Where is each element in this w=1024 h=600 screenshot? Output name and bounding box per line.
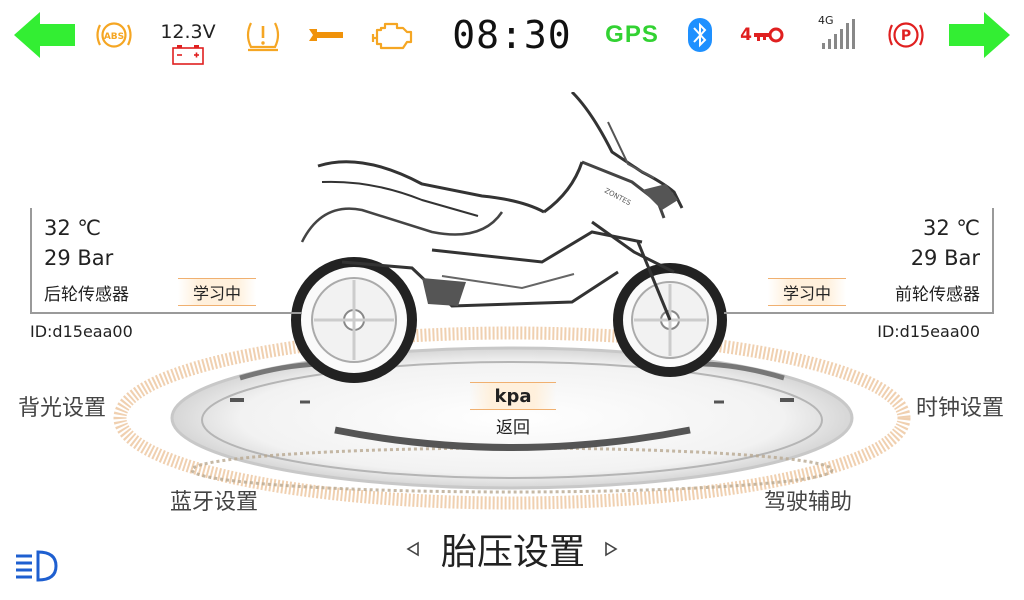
menu-item-backlight[interactable]: 背光设置 [18, 390, 106, 422]
prev-page-button[interactable] [404, 540, 422, 558]
motorcycle-illustration: ZONTES [291, 92, 727, 383]
rear-temperature: 32 ℃ [44, 216, 101, 240]
menu-item-clock[interactable]: 时钟设置 [916, 390, 1004, 422]
front-sensor-name: 前轮传感器 [895, 285, 980, 305]
front-pressure: 29 Bar [910, 246, 980, 270]
rear-sensor-id: ID:d15eaa00 [30, 322, 133, 341]
front-sensor-status: 学习中 [768, 278, 846, 306]
bike-brand-label: ZONTES [603, 187, 633, 208]
front-sensor-panel: 32 ℃ 29 Bar 前轮传感器 学习中 [724, 208, 994, 314]
unit-toggle-button[interactable]: kpa [470, 382, 556, 410]
page-title: 胎压设置 [440, 532, 585, 573]
rear-wheel [291, 257, 417, 383]
menu-item-driving-assist[interactable]: 驾驶辅助 [764, 484, 852, 516]
next-page-button[interactable] [602, 540, 620, 558]
rear-sensor-name: 后轮传感器 [44, 285, 129, 305]
menu-item-bluetooth[interactable]: 蓝牙设置 [170, 484, 258, 516]
back-button[interactable]: 返回 [470, 412, 556, 438]
rear-sensor-panel: 32 ℃ 29 Bar 后轮传感器 学习中 [30, 208, 302, 314]
rear-sensor-status: 学习中 [178, 278, 256, 306]
triangle-left-icon [406, 541, 419, 557]
front-sensor-id: ID:d15eaa00 [877, 322, 980, 341]
rear-pressure: 29 Bar [44, 246, 114, 270]
triangle-right-icon [605, 541, 618, 557]
headlight-indicator [14, 548, 60, 584]
headlight-icon [16, 550, 58, 582]
front-temperature: 32 ℃ [923, 216, 980, 240]
